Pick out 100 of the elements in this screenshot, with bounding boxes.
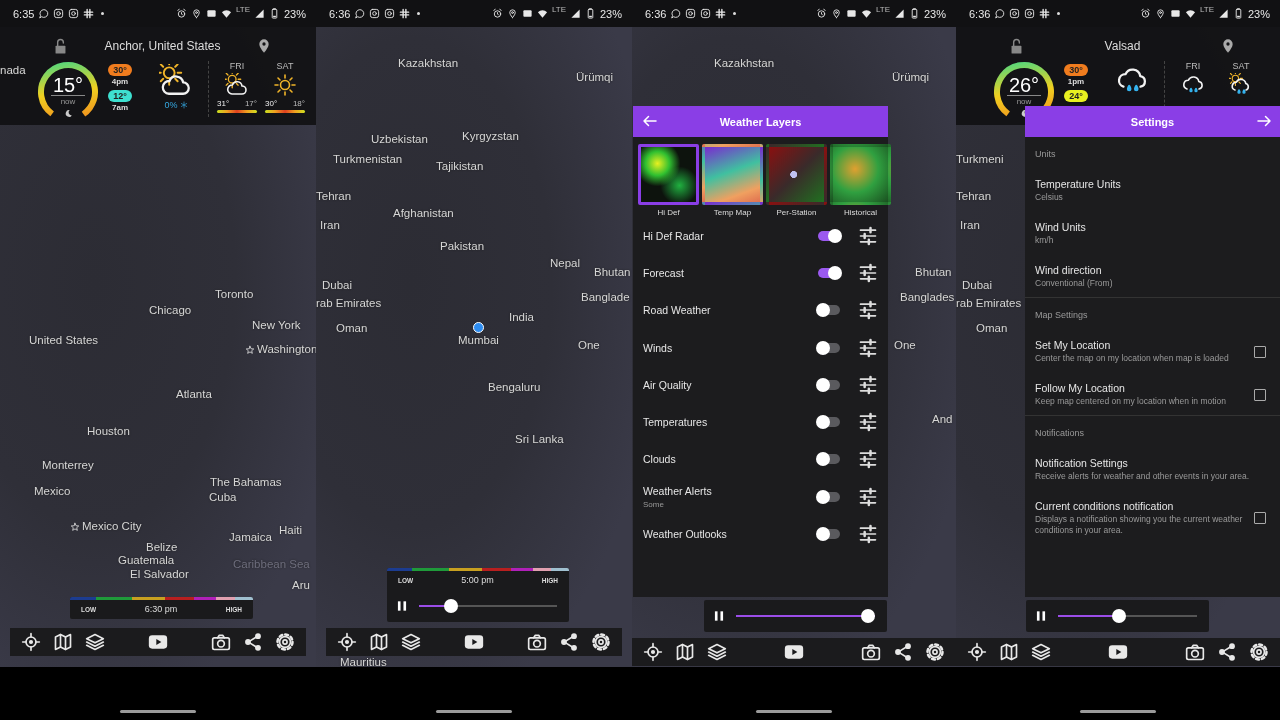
- setting-title: Current conditions notification: [1035, 500, 1175, 512]
- map-label: Jamaica: [229, 531, 272, 544]
- layers-button[interactable]: [85, 632, 105, 652]
- map-label: Belize: [146, 541, 178, 554]
- layer-settings-button[interactable]: [858, 300, 878, 321]
- snowflake-icon: [179, 101, 188, 109]
- battery-percent: 23%: [923, 7, 946, 20]
- layer-option[interactable]: Hi Def: [639, 144, 698, 217]
- map-label: rab Emirates: [316, 297, 382, 310]
- layer-settings-button[interactable]: [858, 225, 878, 246]
- wifi-icon: [860, 8, 872, 19]
- map-label: New York: [252, 319, 301, 332]
- toggle-switch[interactable]: [818, 267, 840, 278]
- layer-settings-button[interactable]: [858, 337, 878, 358]
- signal-icon: [1217, 8, 1229, 19]
- layer-settings-button[interactable]: [858, 262, 878, 283]
- settings-button[interactable]: [925, 642, 945, 662]
- layer-settings-button[interactable]: [858, 486, 878, 507]
- map-label: Turkmeni: [956, 153, 1004, 166]
- camera-button[interactable]: [527, 632, 547, 652]
- share-button[interactable]: [1217, 642, 1237, 662]
- toggle-switch[interactable]: [818, 305, 840, 316]
- capital-star-icon: [70, 521, 80, 532]
- section-heading: Map Settings: [1034, 309, 1089, 322]
- map-style-button[interactable]: [999, 642, 1019, 662]
- map-preview-thumbnail: [638, 144, 699, 205]
- setting-description: Receive alerts for weather and other events in your area.: [1035, 471, 1251, 482]
- map-style-button[interactable]: [369, 632, 389, 652]
- toggle-switch[interactable]: [818, 230, 840, 241]
- dot-icon: [733, 12, 737, 15]
- layer-settings-button[interactable]: [858, 449, 878, 470]
- timeline-thumb[interactable]: [1111, 609, 1126, 623]
- map-label: The Bahamas: [210, 476, 282, 489]
- locate-button[interactable]: [643, 642, 663, 662]
- day-low-temp: 18°: [292, 99, 305, 108]
- settings-button[interactable]: [1249, 642, 1269, 662]
- camera-button[interactable]: [861, 642, 881, 662]
- share-button[interactable]: [893, 642, 913, 662]
- share-button[interactable]: [559, 632, 579, 652]
- map-label: Ürümqi: [892, 71, 930, 84]
- map-label: nada: [0, 64, 26, 77]
- play-video-button[interactable]: [148, 632, 168, 652]
- map-label: Tajikistan: [436, 160, 484, 173]
- toggle-switch[interactable]: [818, 491, 840, 502]
- location-pin-icon: [190, 8, 202, 19]
- layers-button[interactable]: [401, 632, 421, 652]
- status-time: 6:35: [13, 7, 35, 20]
- camera-button[interactable]: [1185, 642, 1205, 662]
- play-video-button[interactable]: [1108, 642, 1128, 662]
- play-video-button[interactable]: [784, 642, 804, 662]
- camera-icon: [384, 8, 396, 19]
- map-label: Bengaluru: [488, 381, 541, 394]
- map-label: One: [894, 339, 916, 352]
- layer-option[interactable]: Per-Station: [767, 144, 826, 217]
- day-high-temp: 31°: [217, 99, 230, 108]
- precipitation-chance: 0%: [164, 100, 178, 110]
- setting-description: Keep map centered on my location when in motion: [1035, 396, 1227, 407]
- setting-title: Wind Units: [1035, 221, 1087, 233]
- timeline-thumb[interactable]: [861, 609, 875, 623]
- map-label: Dubai: [322, 279, 353, 292]
- map-label: Tehran: [956, 190, 992, 203]
- settings-button[interactable]: [591, 632, 611, 652]
- layer-settings-button[interactable]: [858, 412, 878, 433]
- locate-button[interactable]: [337, 632, 357, 652]
- map-style-button[interactable]: [53, 632, 73, 652]
- layer-option[interactable]: Temp Map: [703, 144, 762, 217]
- locate-button[interactable]: [21, 632, 41, 652]
- layers-button[interactable]: [707, 642, 727, 662]
- map-label: Mauritius: [340, 656, 387, 667]
- layer-detail: Some: [643, 499, 665, 509]
- checkbox[interactable]: [1254, 512, 1266, 524]
- timeline-thumb[interactable]: [443, 599, 458, 613]
- toggle-switch[interactable]: [818, 417, 840, 428]
- layer-settings-button[interactable]: [858, 374, 878, 395]
- toggle-switch[interactable]: [818, 529, 840, 539]
- settings-button[interactable]: [275, 632, 295, 652]
- layer-settings-button[interactable]: [858, 524, 878, 544]
- layer-option[interactable]: Historical: [831, 144, 890, 217]
- map-style-button[interactable]: [675, 642, 695, 662]
- hash-icon: [399, 8, 411, 19]
- map-label: Kyrgyzstan: [462, 130, 519, 143]
- checkbox[interactable]: [1254, 345, 1266, 358]
- layer-name: Weather Outlooks: [643, 528, 728, 540]
- camera-button[interactable]: [211, 632, 231, 652]
- map-label: India: [509, 311, 534, 324]
- layers-button[interactable]: [1031, 642, 1051, 662]
- play-video-button[interactable]: [464, 632, 484, 652]
- location-pin-icon: [1220, 38, 1236, 54]
- toggle-switch[interactable]: [818, 454, 840, 465]
- setting-description: Conventional (From): [1035, 278, 1114, 289]
- toggle-switch[interactable]: [818, 379, 840, 390]
- section-heading: Notifications: [1034, 427, 1086, 440]
- high-temp-badge: 30°: [108, 64, 132, 76]
- share-button[interactable]: [243, 632, 263, 652]
- high-temp-badge: 30°: [1064, 64, 1088, 76]
- locate-button[interactable]: [967, 642, 987, 662]
- toggle-switch[interactable]: [818, 342, 840, 353]
- pause-icon: [1034, 609, 1048, 623]
- checkbox[interactable]: [1254, 388, 1266, 401]
- network-type: LTE: [551, 5, 566, 14]
